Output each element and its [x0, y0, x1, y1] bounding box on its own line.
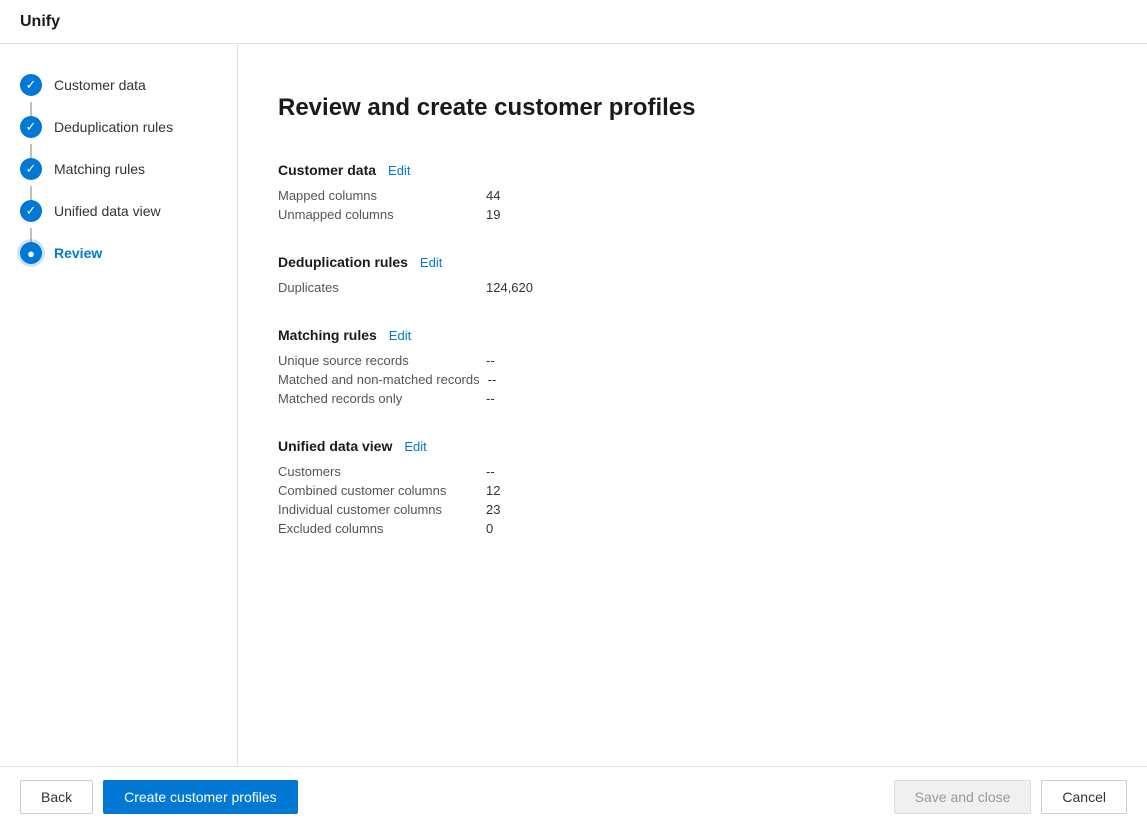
value-matched-records-only: --	[486, 391, 495, 406]
section-header-unified-data-view: Unified data view Edit	[278, 438, 1107, 454]
sidebar-item-customer-data[interactable]: ✓ Customer data	[0, 64, 237, 106]
value-excluded-columns: 0	[486, 521, 493, 536]
row-individual-customer-columns: Individual customer columns 23	[278, 500, 1107, 519]
label-matched-non-matched: Matched and non-matched records	[278, 372, 480, 387]
page-title: Review and create customer profiles	[278, 94, 1107, 122]
section-header-matching-rules: Matching rules Edit	[278, 327, 1107, 343]
row-excluded-columns: Excluded columns 0	[278, 519, 1107, 538]
create-profiles-button[interactable]: Create customer profiles	[103, 780, 298, 814]
step-icon-unified-data-view: ✓	[20, 200, 42, 222]
row-matched-records-only: Matched records only --	[278, 389, 1107, 408]
app-header: Unify	[0, 0, 1147, 44]
step-icon-matching-rules: ✓	[20, 158, 42, 180]
value-duplicates: 124,620	[486, 280, 533, 295]
sidebar-label-review: Review	[54, 245, 102, 261]
section-title-customer-data: Customer data	[278, 162, 376, 178]
row-mapped-columns: Mapped columns 44	[278, 186, 1107, 205]
label-duplicates: Duplicates	[278, 280, 478, 295]
footer-right: Save and close Cancel	[894, 780, 1127, 814]
section-title-matching-rules: Matching rules	[278, 327, 377, 343]
label-unique-source-records: Unique source records	[278, 353, 478, 368]
main-layout: ✓ Customer data ✓ Deduplication rules ✓ …	[0, 44, 1147, 766]
sidebar-item-matching-rules[interactable]: ✓ Matching rules	[0, 148, 237, 190]
value-matched-non-matched: --	[488, 372, 497, 387]
section-header-deduplication-rules: Deduplication rules Edit	[278, 254, 1107, 270]
sidebar-item-unified-data-view[interactable]: ✓ Unified data view	[0, 190, 237, 232]
edit-link-matching-rules[interactable]: Edit	[389, 328, 411, 343]
row-matched-non-matched: Matched and non-matched records --	[278, 370, 1107, 389]
step-icon-customer-data: ✓	[20, 74, 42, 96]
sidebar-label-customer-data: Customer data	[54, 77, 146, 93]
label-customers: Customers	[278, 464, 478, 479]
sidebar-item-deduplication-rules[interactable]: ✓ Deduplication rules	[0, 106, 237, 148]
row-customers: Customers --	[278, 462, 1107, 481]
row-unique-source-records: Unique source records --	[278, 351, 1107, 370]
sidebar-label-matching-rules: Matching rules	[54, 161, 145, 177]
edit-link-deduplication-rules[interactable]: Edit	[420, 255, 442, 270]
back-button[interactable]: Back	[20, 780, 93, 814]
section-title-deduplication-rules: Deduplication rules	[278, 254, 408, 270]
footer: Back Create customer profiles Save and c…	[0, 766, 1147, 826]
sidebar-label-deduplication-rules: Deduplication rules	[54, 119, 173, 135]
section-matching-rules: Matching rules Edit Unique source record…	[278, 327, 1107, 408]
sidebar-item-review[interactable]: ● Review	[0, 232, 237, 274]
section-unified-data-view: Unified data view Edit Customers -- Comb…	[278, 438, 1107, 538]
step-icon-review: ●	[20, 242, 42, 264]
label-individual-customer-columns: Individual customer columns	[278, 502, 478, 517]
cancel-button[interactable]: Cancel	[1041, 780, 1127, 814]
section-deduplication-rules: Deduplication rules Edit Duplicates 124,…	[278, 254, 1107, 297]
label-combined-customer-columns: Combined customer columns	[278, 483, 478, 498]
row-duplicates: Duplicates 124,620	[278, 278, 1107, 297]
edit-link-unified-data-view[interactable]: Edit	[404, 439, 426, 454]
value-unmapped-columns: 19	[486, 207, 500, 222]
value-unique-source-records: --	[486, 353, 495, 368]
value-customers: --	[486, 464, 495, 479]
sidebar: ✓ Customer data ✓ Deduplication rules ✓ …	[0, 44, 238, 766]
label-mapped-columns: Mapped columns	[278, 188, 478, 203]
label-matched-records-only: Matched records only	[278, 391, 478, 406]
sidebar-label-unified-data-view: Unified data view	[54, 203, 161, 219]
value-mapped-columns: 44	[486, 188, 500, 203]
value-combined-customer-columns: 12	[486, 483, 500, 498]
step-icon-deduplication-rules: ✓	[20, 116, 42, 138]
section-title-unified-data-view: Unified data view	[278, 438, 392, 454]
footer-left: Back Create customer profiles	[20, 780, 894, 814]
row-unmapped-columns: Unmapped columns 19	[278, 205, 1107, 224]
label-excluded-columns: Excluded columns	[278, 521, 478, 536]
app-title: Unify	[20, 13, 60, 31]
row-combined-customer-columns: Combined customer columns 12	[278, 481, 1107, 500]
edit-link-customer-data[interactable]: Edit	[388, 163, 410, 178]
section-customer-data: Customer data Edit Mapped columns 44 Unm…	[278, 162, 1107, 224]
content-area: Review and create customer profiles Cust…	[238, 44, 1147, 766]
value-individual-customer-columns: 23	[486, 502, 500, 517]
save-close-button[interactable]: Save and close	[894, 780, 1032, 814]
section-header-customer-data: Customer data Edit	[278, 162, 1107, 178]
label-unmapped-columns: Unmapped columns	[278, 207, 478, 222]
